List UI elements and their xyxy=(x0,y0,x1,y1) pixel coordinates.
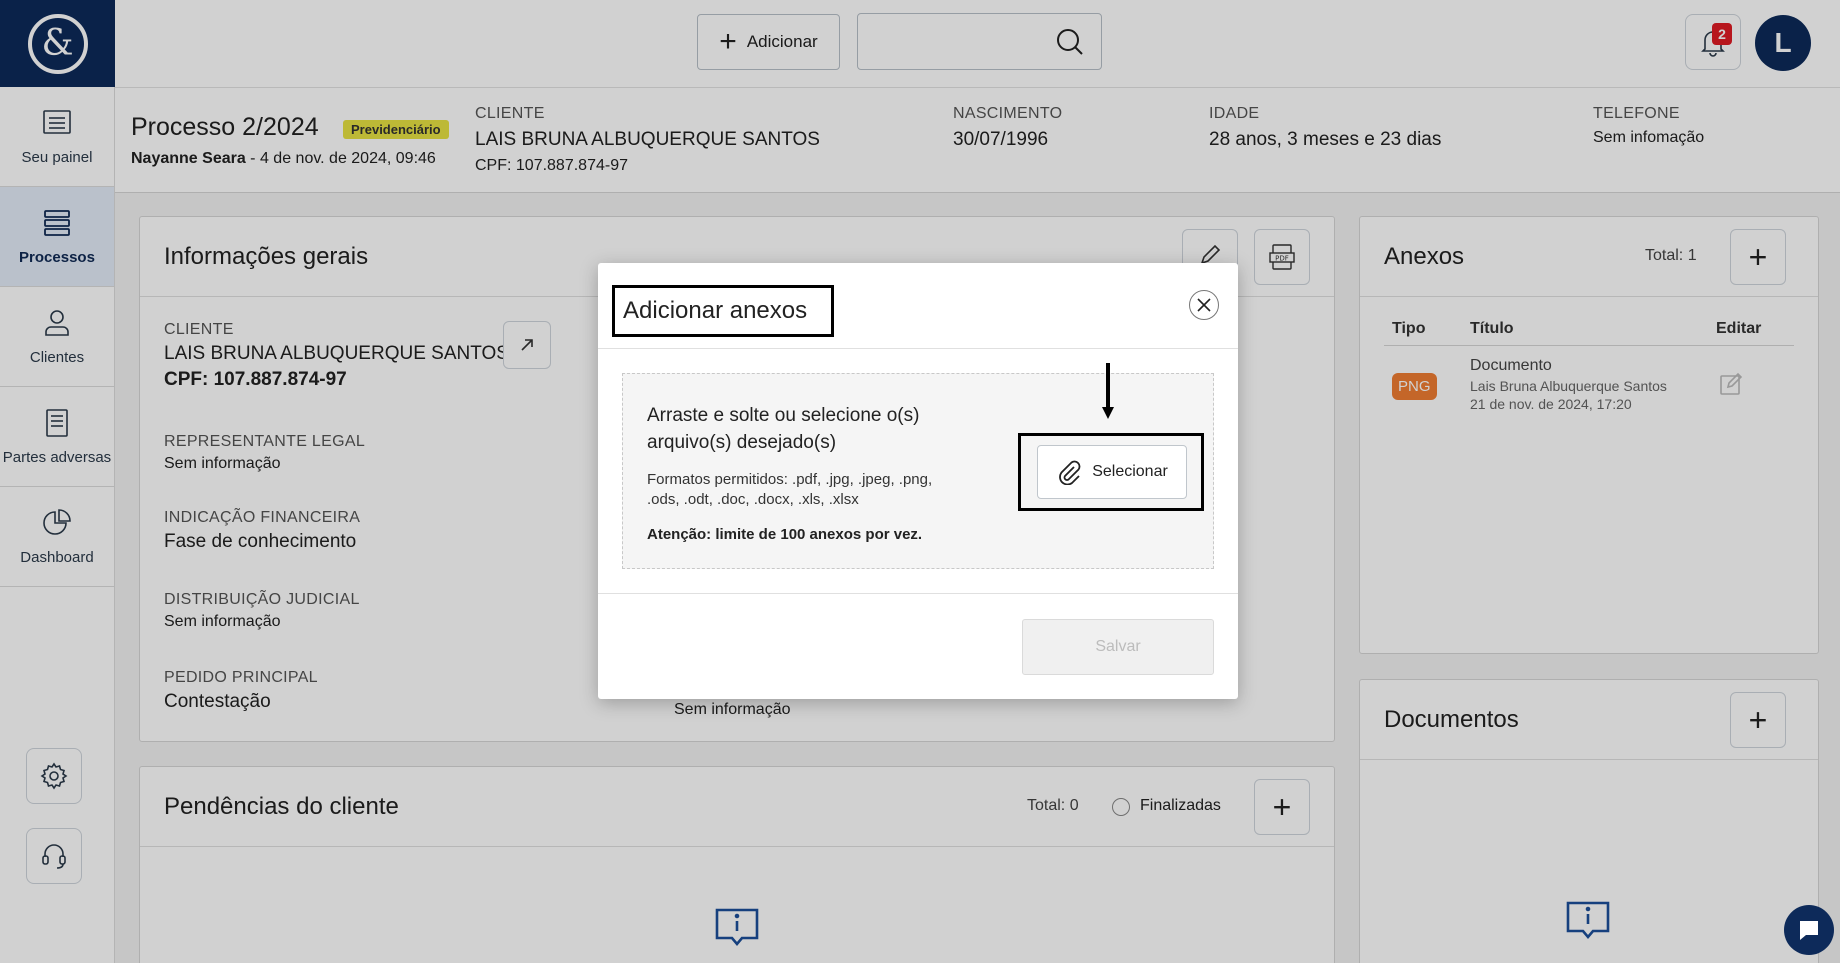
chat-icon xyxy=(1800,921,1818,940)
file-dropzone[interactable]: Arraste e solte ou selecione o(s) arquiv… xyxy=(622,373,1214,569)
divider xyxy=(598,593,1238,594)
divider xyxy=(598,348,1238,349)
modal-title: Adicionar anexos xyxy=(612,285,834,337)
select-files-label: Selecionar xyxy=(1092,463,1168,480)
arrow-down-icon xyxy=(1102,363,1114,419)
paperclip-icon xyxy=(1059,460,1081,485)
chat-button[interactable] xyxy=(1784,905,1834,955)
allowed-formats: Formatos permitidos: .pdf, .jpg, .jpeg, … xyxy=(647,471,933,508)
add-annexes-modal: Adicionar anexos Arraste e solte ou sele… xyxy=(598,263,1238,699)
select-highlight: Selecionar xyxy=(1018,433,1204,511)
limit-warning: Atenção: limite de 100 anexos por vez. xyxy=(647,526,923,543)
select-files-button[interactable]: Selecionar xyxy=(1037,445,1187,499)
close-icon xyxy=(1197,298,1211,312)
dropzone-title: Arraste e solte ou selecione o(s) arquiv… xyxy=(647,405,920,453)
save-button[interactable]: Salvar xyxy=(1022,619,1214,675)
close-button[interactable] xyxy=(1189,290,1219,320)
